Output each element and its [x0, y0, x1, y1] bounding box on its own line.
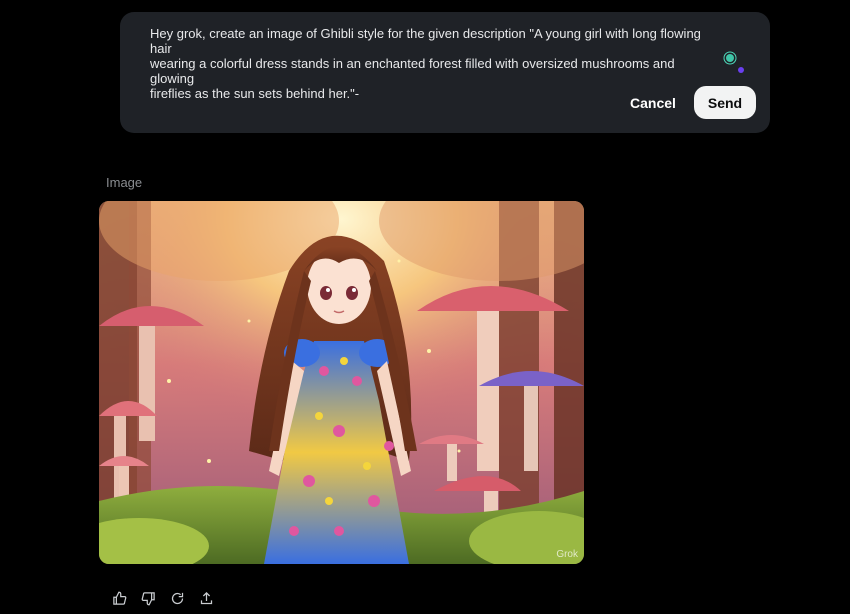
thumbs-up-icon[interactable] [111, 590, 128, 607]
status-dot-icon [738, 67, 744, 73]
generated-image[interactable]: Grok [99, 201, 584, 564]
grok-watermark: Grok [556, 549, 578, 560]
response-actions [111, 590, 215, 610]
cancel-button[interactable]: Cancel [618, 86, 688, 119]
share-icon[interactable] [198, 590, 215, 607]
thumbs-down-icon[interactable] [140, 590, 157, 607]
cursor-indicator-icon [726, 54, 734, 62]
regenerate-icon[interactable] [169, 590, 186, 607]
image-section-label: Image [106, 175, 143, 190]
generated-image-illustration [99, 201, 584, 564]
send-button[interactable]: Send [694, 86, 756, 119]
prompt-edit-box[interactable]: Hey grok, create an image of Ghibli styl… [120, 12, 770, 133]
chat-page: Hey grok, create an image of Ghibli styl… [0, 0, 850, 614]
